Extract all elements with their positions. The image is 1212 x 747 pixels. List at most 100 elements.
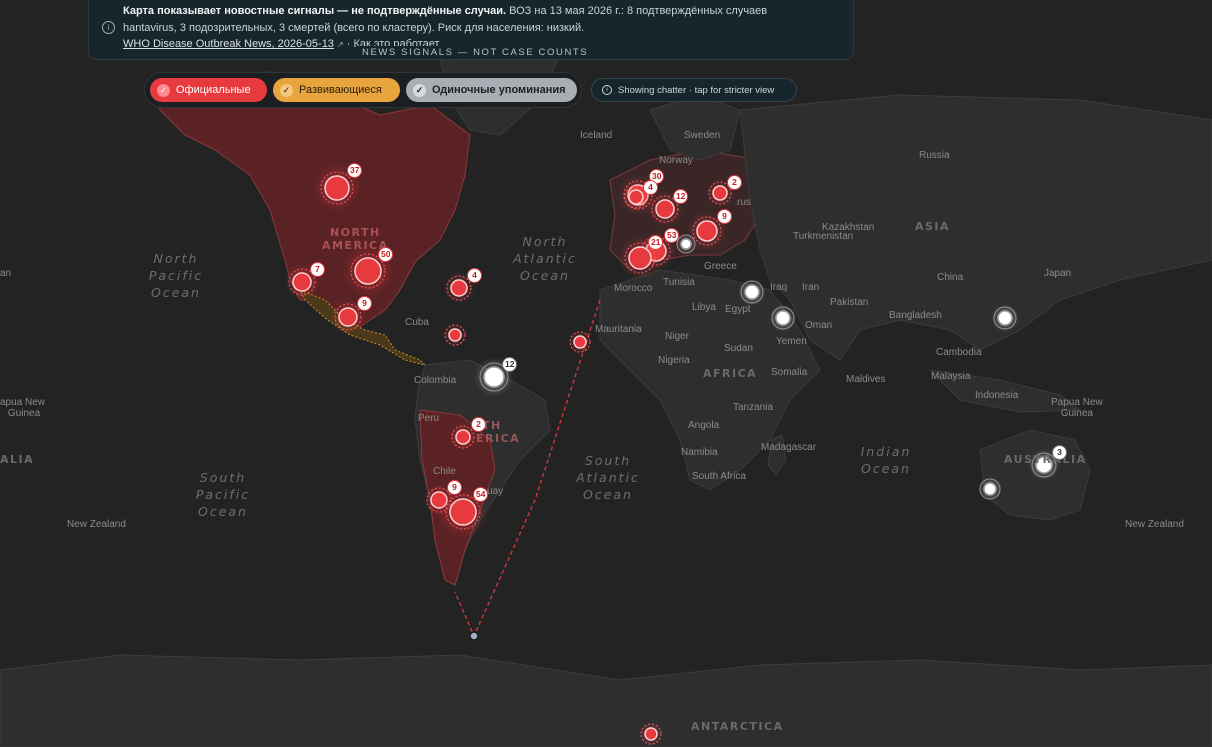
place-label: Colombia <box>414 375 457 386</box>
signal-marker-official[interactable] <box>696 220 718 242</box>
region-line: NORTH <box>329 226 381 239</box>
signal-marker-official[interactable] <box>655 199 675 219</box>
region-label-north-america: NORTH AMERICA <box>322 226 389 252</box>
region-line: ERICA <box>476 432 521 445</box>
place-label: Egypt <box>725 304 751 315</box>
place-line: Guinea <box>7 408 41 419</box>
ocean-label-south-pacific: South Pacific Ocean <box>183 469 263 520</box>
signal-count-badge: 9 <box>357 296 372 311</box>
signal-marker-official[interactable] <box>354 257 382 285</box>
route-end-marker[interactable] <box>469 631 479 641</box>
place-label: Bangladesh <box>889 310 942 321</box>
place-label: Mauritania <box>595 324 642 335</box>
place-label: Nigeria <box>658 355 690 366</box>
signal-count-badge: 4 <box>467 268 482 283</box>
check-icon: ✓ <box>280 83 293 97</box>
place-label: Maldives <box>846 374 886 385</box>
signal-marker-official[interactable] <box>449 498 477 526</box>
place-label: Cambodia <box>936 347 982 358</box>
signal-marker-official[interactable] <box>292 272 312 292</box>
signal-count-badge: 9 <box>717 209 732 224</box>
signal-marker-official[interactable] <box>324 175 350 201</box>
ocean-line: North <box>522 234 568 249</box>
chatter-mode-button[interactable]: i Showing chatter · tap for stricter vie… <box>591 78 797 102</box>
place-label: Niger <box>665 331 689 342</box>
ocean-line: Ocean <box>198 504 248 519</box>
signal-marker-single[interactable] <box>983 482 997 496</box>
info-icon: i <box>602 85 612 95</box>
signal-marker-official[interactable] <box>628 246 652 270</box>
signal-marker-official[interactable] <box>628 189 644 205</box>
place-label: Sweden <box>684 130 721 141</box>
region-label-africa: AFRICA <box>703 367 758 380</box>
place-label: Papua New Guinea <box>1051 397 1103 419</box>
place-label: Namibia <box>681 447 718 458</box>
ocean-line: South <box>199 470 247 485</box>
place-label: Tanzania <box>733 402 774 413</box>
place-label: Morocco <box>614 283 653 294</box>
place-label: Russia <box>919 150 950 161</box>
ocean-line: Atlantic <box>576 470 640 485</box>
signal-marker-single[interactable] <box>744 284 760 300</box>
ocean-line: Ocean <box>861 461 911 476</box>
place-label: Iraq <box>770 282 788 293</box>
ocean-line: Ocean <box>151 285 201 300</box>
chatter-label: Showing chatter · tap for stricter view <box>618 84 775 96</box>
ocean-line: Pacific <box>148 268 204 283</box>
filter-developing-toggle[interactable]: ✓ Развивающиеся <box>273 78 400 102</box>
place-label: Indonesia <box>975 390 1019 401</box>
place-label: Pakistan <box>830 297 869 308</box>
signal-marker-official[interactable] <box>450 279 468 297</box>
filter-label: Одиночные упоминания <box>432 84 566 96</box>
signal-marker-official[interactable] <box>712 185 728 201</box>
signal-count-badge: 4 <box>643 180 658 195</box>
place-label: China <box>937 272 964 283</box>
region-line: TH <box>482 419 502 432</box>
ocean-label-north-pacific: North Pacific Ocean <box>136 250 216 301</box>
place-label: Sudan <box>724 343 753 354</box>
world-map[interactable] <box>0 0 1212 747</box>
signal-filter-bar: ✓ Официальные ✓ Развивающиеся ✓ Одиночны… <box>144 72 582 108</box>
place-label: Malaysia <box>931 371 971 382</box>
banner-body-line1: ВОЗ на 13 мая 2026 г.: 8 подтверждённых … <box>509 5 768 17</box>
signal-marker-official[interactable] <box>338 307 358 327</box>
place-label: Oman <box>805 320 833 331</box>
ocean-label-south-atlantic: South Atlantic Ocean <box>563 452 653 503</box>
signal-count-badge: 2 <box>471 417 486 432</box>
place-label: Norway <box>659 155 693 166</box>
place-label: uay <box>487 486 504 497</box>
check-icon: ✓ <box>413 83 426 97</box>
place-label: Chile <box>433 466 456 477</box>
signal-count-badge: 9 <box>447 480 462 495</box>
news-signals-tag: NEWS SIGNALS — NOT CASE COUNTS <box>356 46 595 59</box>
place-label: Tunisia <box>663 277 695 288</box>
place-label: Cuba <box>405 317 429 328</box>
who-source-link[interactable]: WHO Disease Outbreak News, 2026-05-13 <box>123 38 334 50</box>
signal-marker-single[interactable] <box>483 366 505 388</box>
place-label: Madagascar <box>761 442 817 453</box>
filter-label: Развивающиеся <box>299 84 382 96</box>
ocean-line: Ocean <box>520 268 570 283</box>
signal-marker-official[interactable] <box>644 727 658 741</box>
place-label: New Zealand <box>67 519 126 530</box>
region-label-australia-left: ALIA <box>0 453 35 466</box>
ocean-line: Pacific <box>195 487 251 502</box>
place-label: Iran <box>802 282 820 293</box>
filter-official-toggle[interactable]: ✓ Официальные <box>150 78 267 102</box>
place-label: apua New Guinea <box>0 397 45 419</box>
filter-single-mentions-toggle[interactable]: ✓ Одиночные упоминания <box>406 78 577 102</box>
signal-count-badge: 7 <box>310 262 325 277</box>
signal-marker-official[interactable] <box>573 335 587 349</box>
place-label: Japan <box>1044 268 1072 279</box>
signal-marker-official[interactable] <box>455 429 471 445</box>
region-label-south-america: TH ERICA <box>476 419 520 445</box>
place-label: Yemen <box>776 336 807 347</box>
signal-marker-single[interactable] <box>680 238 692 250</box>
signal-marker-official[interactable] <box>448 328 462 342</box>
signal-marker-single[interactable] <box>997 310 1013 326</box>
place-label: Libya <box>692 302 716 313</box>
filter-label: Официальные <box>176 84 251 96</box>
ocean-line: Indian <box>860 444 912 459</box>
ocean-line: South <box>584 453 632 468</box>
signal-marker-single[interactable] <box>775 310 791 326</box>
